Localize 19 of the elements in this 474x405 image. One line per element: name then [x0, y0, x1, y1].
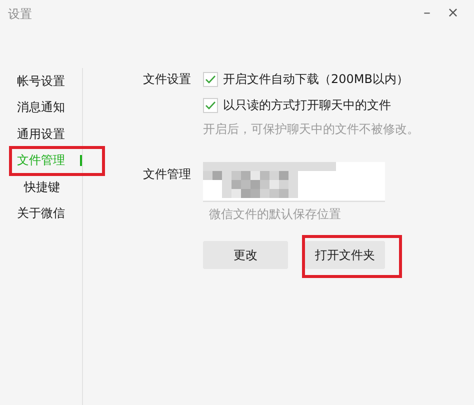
section-label: 文件设置 [143, 71, 192, 88]
hint-text: 开启后，可保护聊天中的文件不被修改。 [203, 121, 419, 138]
sidebar-item[interactable]: 通用设置 [0, 121, 82, 148]
checkbox[interactable] [203, 98, 218, 112]
sidebar-item[interactable]: 消息通知 [0, 94, 82, 121]
minimize-button[interactable]: – [414, 2, 440, 24]
sidebar-item[interactable]: 快捷键 [0, 174, 82, 200]
checkbox[interactable] [203, 72, 218, 86]
change-button[interactable]: 更改 [203, 241, 288, 269]
checkbox-label: 以只读的方式打开聊天中的文件 [223, 96, 391, 114]
sidebar-item[interactable]: 关于微信 [0, 200, 82, 227]
checkbox-label: 开启文件自动下载（200MB以内） [223, 70, 408, 88]
hint-text: 微信文件的默认保存位置 [208, 206, 342, 223]
sidebar-item[interactable]: 帐号设置 [0, 68, 82, 94]
open-folder-button[interactable]: 打开文件夹 [305, 241, 385, 269]
close-button[interactable]: × [440, 2, 466, 24]
section-label: 文件管理 [143, 166, 192, 183]
selection-indicator [80, 154, 82, 166]
window-title: 设置 [8, 6, 32, 22]
